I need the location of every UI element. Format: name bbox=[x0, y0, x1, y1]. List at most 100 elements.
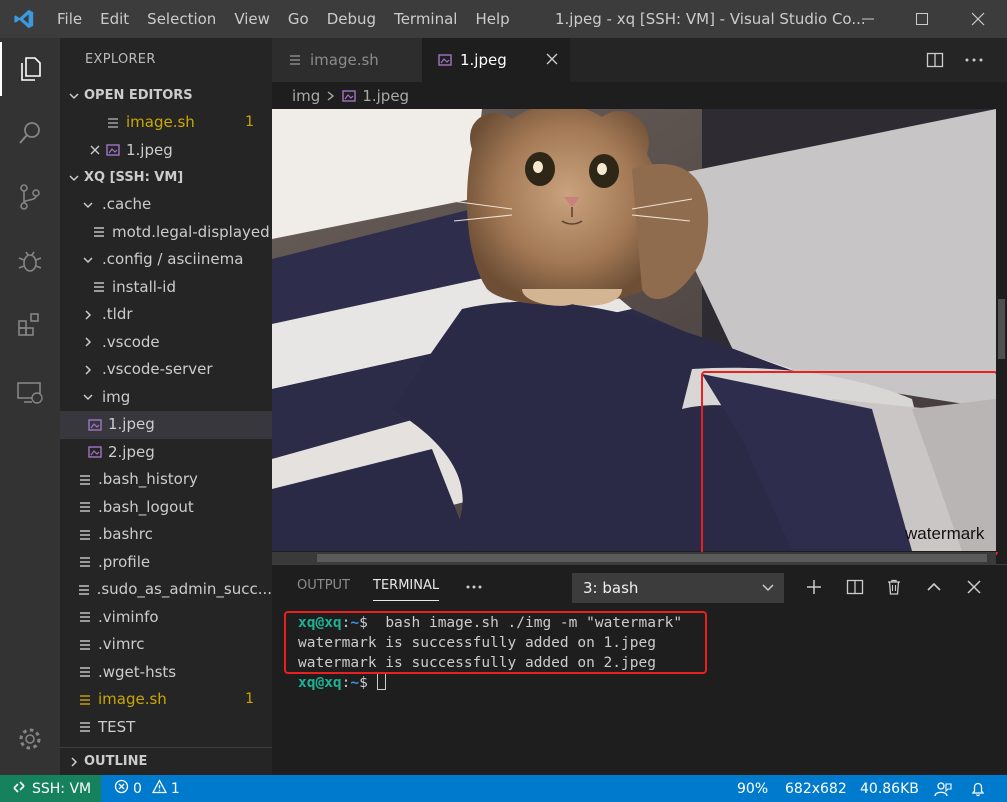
outline-section[interactable]: OUTLINE bbox=[60, 747, 272, 775]
tree-file[interactable]: motd.legal-displayed bbox=[60, 219, 272, 247]
open-editor-item[interactable]: image.sh 1 bbox=[60, 109, 272, 137]
image-file-icon bbox=[86, 445, 104, 459]
menu-edit[interactable]: Edit bbox=[91, 0, 138, 38]
chevron-down-icon bbox=[80, 254, 96, 266]
menu-file[interactable]: File bbox=[48, 0, 91, 38]
trash-icon[interactable] bbox=[880, 573, 908, 601]
tab-label: 1.jpeg bbox=[460, 51, 507, 69]
debug-icon[interactable] bbox=[0, 234, 60, 288]
breadcrumb-folder[interactable]: img bbox=[292, 87, 320, 105]
tab-output[interactable]: OUTPUT bbox=[297, 565, 350, 607]
menu-terminal[interactable]: Terminal bbox=[385, 0, 466, 38]
split-terminal-icon[interactable] bbox=[841, 573, 869, 601]
tree-file[interactable]: TEST bbox=[60, 714, 272, 742]
tree-file[interactable]: .vimrc bbox=[60, 631, 272, 659]
file-icon bbox=[90, 280, 108, 294]
zoom-level[interactable]: 90% bbox=[737, 775, 768, 802]
tree-file[interactable]: 2.jpeg bbox=[60, 439, 272, 467]
status-bar: SSH: VM 0 1 90% 682x682 40.86KB bbox=[0, 775, 1007, 802]
open-editor-item[interactable]: 1.jpeg bbox=[60, 137, 272, 165]
tree-folder[interactable]: .cache bbox=[60, 191, 272, 219]
settings-gear-icon[interactable] bbox=[0, 712, 60, 766]
terminal-select[interactable]: 3: bash bbox=[572, 573, 784, 603]
breadcrumb-file[interactable]: 1.jpeg bbox=[362, 87, 409, 105]
tree-folder[interactable]: img bbox=[60, 384, 272, 412]
problems-indicator[interactable]: 0 1 bbox=[114, 775, 180, 802]
tree-label: .viminfo bbox=[98, 607, 159, 626]
tree-file[interactable]: 1.jpeg bbox=[60, 411, 272, 439]
open-editors-header[interactable]: OPEN EDITORS bbox=[60, 82, 272, 109]
tree-file[interactable]: .wget-hsts bbox=[60, 659, 272, 687]
vertical-scrollbar[interactable] bbox=[996, 109, 1007, 552]
tree-label: TEST bbox=[98, 717, 136, 736]
tree-file[interactable]: .profile bbox=[60, 549, 272, 577]
tree-file[interactable]: image.sh 1 bbox=[60, 686, 272, 714]
tree-file[interactable]: install-id bbox=[60, 274, 272, 302]
more-icon[interactable] bbox=[460, 573, 488, 601]
tree-label: .wget-hsts bbox=[98, 662, 177, 681]
file-icon bbox=[76, 500, 94, 514]
open-editors-label: OPEN EDITORS bbox=[84, 88, 193, 103]
highlight-box-terminal bbox=[284, 611, 707, 674]
remote-indicator[interactable]: SSH: VM bbox=[0, 775, 101, 802]
notifications-bell-icon[interactable] bbox=[970, 775, 986, 802]
tab-terminal[interactable]: TERMINAL bbox=[373, 565, 440, 607]
chevron-down-icon bbox=[64, 90, 84, 102]
source-control-icon[interactable] bbox=[0, 170, 60, 224]
close-icon[interactable] bbox=[86, 145, 104, 155]
image-file-icon bbox=[342, 89, 357, 103]
tree-file[interactable]: .sudo_as_admin_succ... bbox=[60, 576, 272, 604]
file-icon bbox=[76, 610, 94, 624]
search-icon[interactable] bbox=[0, 106, 60, 160]
minimize-button[interactable] bbox=[840, 0, 896, 38]
chevron-down-icon bbox=[80, 199, 96, 211]
close-icon[interactable] bbox=[546, 53, 558, 65]
error-count: 0 bbox=[133, 780, 142, 797]
horizontal-scrollbar[interactable] bbox=[272, 552, 996, 564]
chevron-up-icon[interactable] bbox=[920, 573, 948, 601]
menu-go[interactable]: Go bbox=[279, 0, 318, 38]
tree-label: .profile bbox=[98, 552, 151, 571]
menu-view[interactable]: View bbox=[225, 0, 279, 38]
extensions-icon[interactable] bbox=[0, 298, 60, 352]
more-actions-icon[interactable] bbox=[964, 38, 984, 82]
split-editor-icon[interactable] bbox=[926, 38, 944, 82]
remote-explorer-icon[interactable] bbox=[0, 366, 60, 420]
chevron-right-icon bbox=[64, 756, 84, 768]
tree-file[interactable]: .bash_logout bbox=[60, 494, 272, 522]
image-preview: watermark bbox=[272, 109, 1007, 564]
file-icon bbox=[76, 638, 94, 652]
editor-tab-bar: image.sh 1.jpeg bbox=[272, 38, 1007, 82]
explorer-icon[interactable] bbox=[0, 42, 60, 96]
scrollbar-thumb[interactable] bbox=[998, 299, 1005, 359]
tree-file[interactable]: .bash_history bbox=[60, 466, 272, 494]
tree-file[interactable]: .viminfo bbox=[60, 604, 272, 632]
tree-folder[interactable]: .vscode-server bbox=[60, 356, 272, 384]
menu-help[interactable]: Help bbox=[466, 0, 518, 38]
tree-label: .vscode bbox=[102, 332, 160, 351]
maximize-button[interactable] bbox=[894, 0, 950, 38]
menu-selection[interactable]: Selection bbox=[138, 0, 225, 38]
tab-image-sh[interactable]: image.sh bbox=[272, 38, 422, 82]
workspace-header[interactable]: XQ [SSH: VM] bbox=[60, 164, 272, 191]
feedback-icon[interactable] bbox=[934, 775, 952, 802]
tab-1-jpeg[interactable]: 1.jpeg bbox=[422, 38, 570, 82]
tree-label: .vimrc bbox=[98, 635, 145, 653]
close-window-button[interactable] bbox=[950, 0, 1006, 38]
new-terminal-icon[interactable] bbox=[800, 573, 828, 601]
menu-debug[interactable]: Debug bbox=[318, 0, 385, 38]
tree-file[interactable]: .bashrc bbox=[60, 521, 272, 549]
outline-header[interactable]: OUTLINE bbox=[60, 748, 272, 775]
tree-folder[interactable]: .config / asciinema bbox=[60, 246, 272, 274]
file-icon bbox=[76, 583, 93, 597]
terminal-cursor bbox=[376, 673, 386, 690]
remote-icon bbox=[12, 780, 26, 798]
terminal-select-value: 3: bash bbox=[583, 579, 639, 597]
close-panel-icon[interactable] bbox=[960, 573, 988, 601]
activity-bar bbox=[0, 38, 60, 775]
tree-folder[interactable]: .vscode bbox=[60, 329, 272, 357]
scrollbar-thumb[interactable] bbox=[317, 554, 987, 562]
image-dimensions: 682x682 bbox=[785, 780, 847, 797]
tree-folder[interactable]: .tldr bbox=[60, 301, 272, 329]
bottom-panel: OUTPUT TERMINAL 3: bash xq@xq:~$ bash im… bbox=[272, 564, 1007, 775]
